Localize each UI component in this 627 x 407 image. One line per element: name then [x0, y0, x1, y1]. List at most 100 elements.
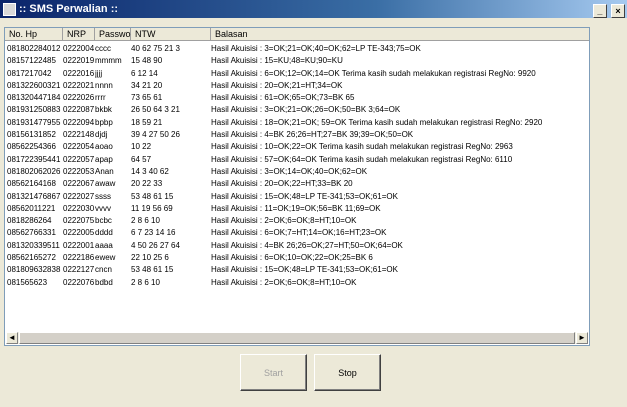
window-title: :: SMS Perwalian :: — [19, 3, 119, 15]
cell-password: Anan — [95, 166, 114, 176]
cell-password: aoao — [95, 142, 113, 152]
cell-nrp: 0222016 — [63, 68, 95, 78]
table-row[interactable]: 081320447184 0222026 rrrr 73 65 61 Hasil Aku… — [5, 92, 589, 104]
table-row[interactable]: 081321476867 0222027 ssss 53 48 61 15 Hasil … — [5, 191, 589, 203]
table-row[interactable]: 081322600321 0222021 nnnn 34 21 20 Hasil Aku… — [5, 80, 589, 92]
table-row[interactable]: 081722395441 0222057 apap 64 57 Hasil Akuisi… — [5, 154, 589, 166]
scrollbar-thumb[interactable] — [19, 332, 575, 344]
cell-balasan: Hasil Akuisisi : 6=OK;7=HT;14=OK;16=HT;2… — [211, 228, 387, 238]
cell-balasan: Hasil Akuisisi : 20=OK;22=HT;33=BK 20 — [211, 179, 353, 189]
cell-ntw: 15 48 90 — [131, 56, 163, 66]
cell-nrp: 0222004 — [63, 44, 95, 53]
cell-nrp: 0222054 — [63, 142, 95, 152]
table-row[interactable]: 08562164168 0222067 awaw 20 22 33 Hasil Akui… — [5, 178, 589, 190]
list-header: No. Hp NRP Password NTW Balasan — [5, 28, 589, 42]
close-button[interactable]: × — [611, 4, 625, 18]
window-controls: _ × — [592, 2, 625, 20]
cell-no-hp: 0818286264 — [7, 216, 52, 226]
cell-password: apap — [95, 154, 113, 164]
cell-balasan: Hasil Akuisisi : 4=BK 26;26=HT;27=BK 39;… — [211, 130, 414, 140]
stop-button[interactable]: Stop — [314, 354, 381, 391]
minimize-button[interactable]: _ — [592, 4, 607, 18]
cell-no-hp: 081565623 — [7, 277, 48, 287]
cell-no-hp: 08156131852 — [7, 130, 56, 140]
cell-ntw: 4 50 26 27 64 — [131, 240, 180, 250]
cell-nrp: 0222094 — [63, 117, 95, 127]
cell-balasan: Hasil Akuisisi : 15=OK;48=LP TE-341;53=O… — [211, 265, 398, 275]
table-row[interactable]: 08156131852 0222148 djdj 39 4 27 50 26 Hasil… — [5, 129, 589, 141]
table-row[interactable]: 081565623 0222076 bdbd 2 8 6 10 Hasil Akuisi… — [5, 277, 589, 289]
cell-balasan: Hasil Akuisisi : 2=OK;6=OK;8=HT;10=OK — [211, 277, 357, 287]
cell-balasan: Hasil Akuisisi : 3=OK;21=OK;26=OK;50=BK … — [211, 105, 401, 115]
cell-no-hp: 08562766331 — [7, 228, 56, 238]
cell-balasan: Hasil Akuisisi : 20=OK;21=HT;34=OK — [211, 80, 343, 90]
cell-ntw: 10 22 — [131, 142, 152, 152]
cell-ntw: 34 21 20 — [131, 80, 163, 90]
cell-no-hp: 081802062026 — [7, 166, 61, 176]
table-row[interactable]: 0817217042 0222016 jjjj 6 12 14 Hasil Akuisi… — [5, 68, 589, 80]
column-header-balasan[interactable]: Balasan — [211, 28, 589, 41]
cell-password: awaw — [95, 179, 116, 189]
cell-nrp: 0222067 — [63, 179, 95, 189]
cell-nrp: 0222021 — [63, 80, 95, 90]
table-row[interactable]: 08562165272 0222186 ewew 22 10 25 6 Hasil Ak… — [5, 252, 589, 264]
cell-nrp: 0222026 — [63, 93, 95, 103]
cell-no-hp: 081320339511 — [7, 240, 60, 250]
table-row[interactable]: 081802284012 0222004 cccc 40 62 75 21 3 Hasi… — [5, 43, 589, 55]
table-row[interactable]: 08157122485 0222019 mmmm 15 48 90 Hasil Akui… — [5, 55, 589, 67]
scroll-left-arrow-icon[interactable]: ◄ — [6, 332, 18, 344]
cell-ntw: 22 10 25 6 — [131, 253, 169, 263]
column-header-password[interactable]: Password — [95, 28, 139, 41]
cell-password: cncn — [95, 265, 112, 275]
cell-password: mmmm — [95, 56, 122, 66]
sms-list-view[interactable]: No. Hp NRP Password NTW Balasan 08180228… — [4, 27, 590, 346]
cell-no-hp: 081322600321 — [7, 80, 61, 90]
horizontal-scrollbar[interactable]: ◄ ► — [6, 332, 588, 344]
cell-nrp: 0222076 — [63, 277, 95, 287]
table-row[interactable]: 0818286264 0222075 bcbc 2 8 6 10 Hasil Akuis… — [5, 215, 589, 227]
cell-no-hp: 08157122485 — [7, 56, 56, 66]
cell-ntw: 39 4 27 50 26 — [131, 130, 180, 140]
cell-nrp: 0222005 — [63, 228, 95, 238]
cell-password: jjjj — [95, 68, 103, 78]
table-row[interactable]: 081802062026 0222053 Anan 14 3 40 62 Hasil A… — [5, 166, 589, 178]
column-header-ntw[interactable]: NTW — [131, 28, 211, 41]
cell-password: bpbp — [95, 117, 113, 127]
table-row[interactable]: 081931250883 0222087 bkbk 26 50 64 3 21 Hasi… — [5, 104, 589, 116]
cell-no-hp: 081931477955 — [7, 117, 61, 127]
cell-password: bdbd — [95, 277, 113, 287]
cell-no-hp: 081802284012 — [7, 44, 61, 53]
cell-no-hp: 08562164168 — [7, 179, 56, 189]
cell-balasan: Hasil Akuisisi : 57=OK;64=OK Terima kasi… — [211, 154, 513, 164]
cell-nrp: 0222030 — [63, 203, 95, 213]
cell-nrp: 0222087 — [63, 105, 95, 115]
cell-ntw: 64 57 — [131, 154, 152, 164]
cell-no-hp: 08562254366 — [7, 142, 56, 152]
cell-ntw: 2 8 6 10 — [131, 216, 160, 226]
list-rows: 081802284012 0222004 cccc 40 62 75 21 3 Hasi… — [5, 43, 589, 289]
column-header-no-hp[interactable]: No. Hp — [5, 28, 63, 41]
cell-balasan: Hasil Akuisisi : 61=OK;65=OK;73=BK 65 — [211, 93, 355, 103]
app-icon — [3, 3, 16, 16]
table-row[interactable]: 081809632838 0222127 cncn 53 48 61 15 Hasil … — [5, 264, 589, 276]
cell-ntw: 11 19 56 69 — [131, 203, 173, 213]
cell-balasan: Hasil Akuisisi : 18=OK;21=OK; 59=OK Teri… — [211, 117, 543, 127]
start-button[interactable]: Start — [240, 354, 307, 391]
cell-no-hp: 081320447184 — [7, 93, 61, 103]
scroll-right-arrow-icon[interactable]: ► — [576, 332, 588, 344]
cell-no-hp: 081722395441 — [7, 154, 61, 164]
column-header-nrp[interactable]: NRP — [63, 28, 95, 41]
cell-balasan: Hasil Akuisisi : 6=OK;12=OK;14=OK Terima… — [211, 68, 536, 78]
cell-no-hp: 081931250883 — [7, 105, 61, 115]
cell-ntw: 14 3 40 62 — [131, 166, 169, 176]
cell-balasan: Hasil Akuisisi : 3=OK;21=OK;40=OK;62=LP … — [211, 44, 421, 53]
table-row[interactable]: 08562011221 0222030 vvvv 11 19 56 69 Hasil A… — [5, 203, 589, 215]
cell-password: bkbk — [95, 105, 112, 115]
table-row[interactable]: 081320339511 0222001 aaaa 4 50 26 27 64 Hasi… — [5, 240, 589, 252]
cell-balasan: Hasil Akuisisi : 10=OK;22=OK Terima kasi… — [211, 142, 513, 152]
table-row[interactable]: 081931477955 0222094 bpbp 18 59 21 Hasil Aku… — [5, 117, 589, 129]
cell-no-hp: 08562011221 — [7, 203, 56, 213]
table-row[interactable]: 08562254366 0222054 aoao 10 22 Hasil Akuisis… — [5, 141, 589, 153]
table-row[interactable]: 08562766331 0222005 dddd 6 7 23 14 16 Hasil … — [5, 227, 589, 239]
cell-balasan: Hasil Akuisisi : 11=OK;19=OK;56=BK 11;69… — [211, 203, 381, 213]
